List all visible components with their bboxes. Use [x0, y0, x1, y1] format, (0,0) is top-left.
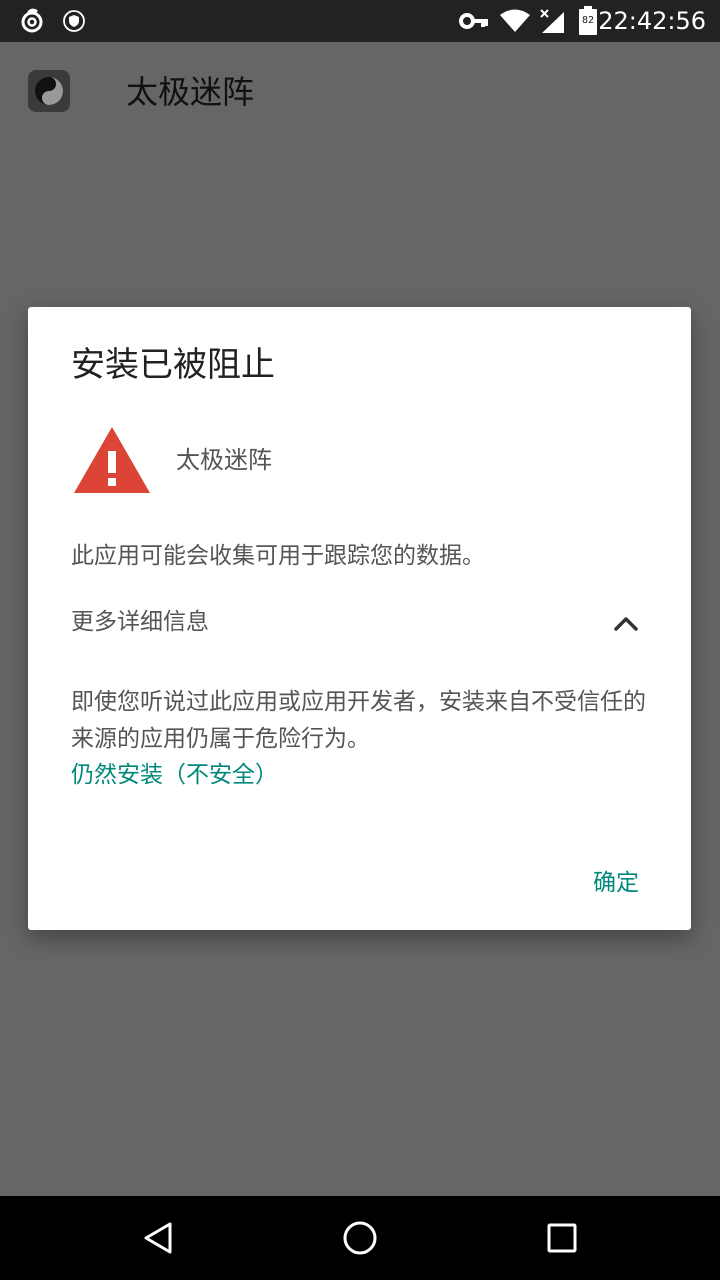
app-name: 太极迷阵 [176, 446, 272, 474]
warning-text: 即使您听说过此应用或应用开发者，安装来自不受信任的来源的应用仍属于危险行为。 [71, 689, 646, 752]
app-bar: 太极迷阵 [0, 42, 720, 142]
nav-bar [0, 1196, 720, 1280]
more-details-toggle[interactable]: 更多详细信息 [71, 603, 651, 647]
chevron-up-icon [613, 613, 639, 633]
warning-triangle-icon [72, 425, 152, 495]
app-title: 太极迷阵 [126, 73, 255, 111]
battery-level: 82 [581, 15, 595, 26]
home-icon[interactable] [334, 1212, 386, 1264]
status-time: 22:42:56 [598, 7, 706, 35]
back-icon[interactable] [132, 1212, 184, 1264]
signal-icon [538, 0, 566, 42]
shield-icon [62, 0, 86, 42]
wifi-icon [498, 0, 532, 42]
status-bar: 82 22:42:56 [0, 0, 720, 42]
install-anyway-link[interactable]: 仍然安装（不安全） [71, 757, 278, 793]
battery-icon: 82 [577, 0, 599, 42]
taiji-yin-yang-icon [28, 70, 70, 112]
ok-button[interactable]: 确定 [593, 865, 639, 901]
vpn-key-icon [459, 0, 489, 42]
tracking-message: 此应用可能会收集可用于跟踪您的数据。 [71, 543, 485, 569]
install-blocked-dialog: 安装已被阻止 太极迷阵 此应用可能会收集可用于跟踪您的数据。 更多详细信息 即使… [28, 307, 691, 930]
more-details-label: 更多详细信息 [71, 609, 209, 635]
netease-cloud-music-icon [18, 0, 46, 42]
screen: 82 22:42:56 太极迷阵 安装已被阻止 太极迷阵 此应用可能会收集可用于… [0, 0, 720, 1280]
dialog-title: 安装已被阻止 [71, 345, 275, 385]
recents-icon[interactable] [536, 1212, 588, 1264]
